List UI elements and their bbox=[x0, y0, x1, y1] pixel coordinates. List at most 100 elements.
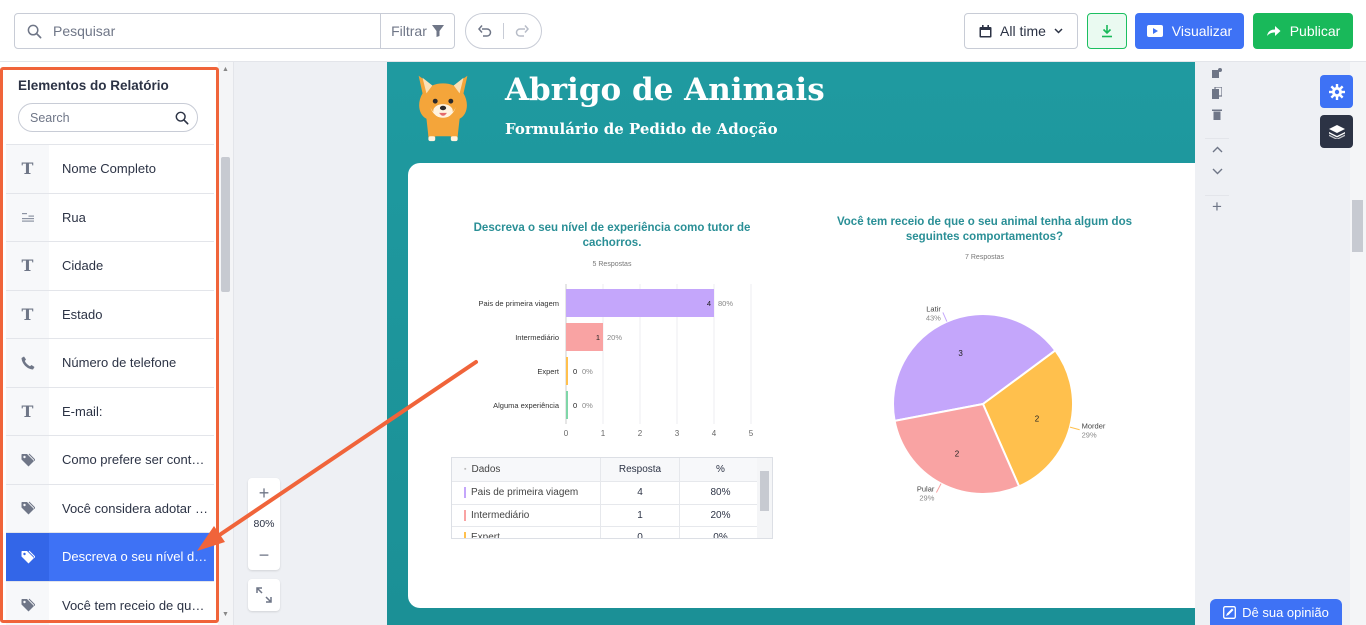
element-item[interactable]: T Estado bbox=[6, 289, 214, 338]
table-header-cell[interactable]: ▪ Dados bbox=[452, 464, 600, 475]
element-item[interactable]: T Nome Completo bbox=[6, 144, 214, 193]
undo-redo-group bbox=[465, 13, 542, 49]
add-icon[interactable]: + bbox=[1205, 195, 1229, 217]
element-item-label: E-mail: bbox=[62, 403, 103, 419]
row-label: Expert bbox=[471, 532, 500, 539]
table-body: Pais de primeira viagem 4 80% Intermediário… bbox=[452, 482, 772, 539]
element-item-label: Você considera adotar mais de um animal? bbox=[62, 500, 209, 516]
report-subtitle[interactable]: Formulário de Pedido de Adoção bbox=[505, 120, 778, 138]
pie-chart[interactable]: 3Latir43%2Morder29%2Pular29% bbox=[812, 270, 1157, 510]
element-item[interactable]: Você tem receio de que o seu animal tenh… bbox=[6, 580, 214, 625]
table-row: Intermediário 1 20% bbox=[452, 504, 772, 527]
element-item-label: Descreva o seu nível de experiência como… bbox=[62, 549, 209, 565]
table-cell: Pais de primeira viagem bbox=[452, 487, 600, 499]
settings-button[interactable] bbox=[1320, 75, 1353, 108]
search-input[interactable]: Pesquisar bbox=[53, 23, 380, 39]
settings-page-icon[interactable] bbox=[1205, 62, 1229, 84]
element-item[interactable]: Número de telefone bbox=[6, 338, 214, 387]
bar[interactable] bbox=[566, 391, 568, 419]
publish-button[interactable]: Publicar bbox=[1253, 13, 1353, 49]
scroll-up-icon[interactable]: ▲ bbox=[222, 66, 229, 73]
tag-icon bbox=[6, 533, 49, 581]
phone-icon bbox=[6, 339, 49, 387]
trash-icon[interactable] bbox=[1205, 103, 1229, 125]
filter-icon bbox=[431, 25, 444, 37]
bar-value-label: 1 bbox=[596, 333, 600, 342]
panel-title: Elementos do Relatório bbox=[18, 78, 169, 93]
chevron-down-icon[interactable] bbox=[1205, 160, 1229, 182]
download-icon bbox=[1102, 25, 1112, 38]
element-item-label: Número de telefone bbox=[62, 355, 177, 371]
zoom-controls: + 80% − bbox=[248, 478, 280, 570]
bar-percent-label: 0% bbox=[582, 401, 593, 410]
pie-chart-title[interactable]: Você tem receio de que o seu animal tenh… bbox=[812, 215, 1157, 245]
scrollbar-thumb[interactable] bbox=[221, 157, 230, 292]
slice-percent-label: 29% bbox=[1082, 431, 1097, 440]
text-icon: T bbox=[6, 290, 49, 338]
table-cell: 0% bbox=[679, 527, 761, 538]
zoom-out-icon[interactable]: − bbox=[259, 544, 270, 566]
element-item[interactable]: T E-mail: bbox=[6, 386, 214, 435]
elements-search-box[interactable]: Search bbox=[18, 103, 198, 132]
table-header-cell[interactable]: Resposta bbox=[600, 458, 679, 481]
search-icon bbox=[175, 111, 189, 125]
slice-value-label: 2 bbox=[955, 449, 960, 458]
redo-button[interactable] bbox=[504, 14, 541, 48]
chevron-up-icon[interactable] bbox=[1205, 138, 1229, 160]
scroll-down-icon[interactable]: ▼ bbox=[222, 611, 229, 618]
undo-button[interactable] bbox=[466, 14, 503, 48]
canvas-scrollbar[interactable] bbox=[1350, 62, 1366, 625]
fullscreen-button[interactable] bbox=[248, 579, 280, 611]
element-item-label: Cidade bbox=[62, 258, 104, 274]
element-item[interactable]: Você considera adotar mais de um animal? bbox=[6, 483, 214, 532]
zoom-in-icon[interactable]: + bbox=[259, 482, 270, 504]
element-item[interactable]: Rua bbox=[6, 192, 214, 241]
copy-icon[interactable] bbox=[1205, 82, 1229, 104]
report-elements-panel: Elementos do Relatório Search T Nome Comp… bbox=[0, 62, 234, 625]
calendar-icon bbox=[979, 24, 992, 37]
feedback-button[interactable]: Dê sua opinião bbox=[1210, 599, 1342, 625]
expand-icon bbox=[256, 587, 272, 603]
text-icon: T bbox=[6, 242, 49, 290]
scrollbar-thumb[interactable] bbox=[1352, 200, 1363, 252]
element-item[interactable]: Descreva o seu nível de experiência como… bbox=[6, 532, 214, 581]
table-cell: 4 bbox=[600, 482, 679, 504]
element-item[interactable]: T Cidade bbox=[6, 241, 214, 290]
slice-leader-line bbox=[935, 483, 942, 493]
scrollbar-thumb[interactable] bbox=[760, 471, 769, 511]
bar-value-label: 0 bbox=[573, 367, 577, 376]
element-item[interactable]: Como prefere ser contatado? bbox=[6, 435, 214, 484]
bar[interactable] bbox=[566, 357, 568, 385]
table-scrollbar[interactable] bbox=[757, 458, 772, 538]
row-label: Intermediário bbox=[471, 509, 530, 521]
color-swatch bbox=[464, 532, 466, 538]
search-icon bbox=[15, 14, 53, 48]
panel-scrollbar[interactable]: ▲ ▼ bbox=[218, 62, 233, 625]
filter-button[interactable]: Filtrar bbox=[380, 14, 454, 48]
slice-percent-label: 29% bbox=[919, 493, 934, 502]
download-button[interactable] bbox=[1087, 13, 1127, 49]
paragraph-icon bbox=[6, 193, 49, 241]
tag-icon bbox=[6, 581, 49, 625]
bar-value-label: 0 bbox=[573, 401, 577, 410]
tag-icon bbox=[6, 436, 49, 484]
table-header-cell[interactable]: % bbox=[679, 458, 761, 481]
report-title[interactable]: Abrigo de Animais bbox=[505, 72, 825, 108]
bar[interactable] bbox=[566, 289, 714, 317]
bar-chart-title[interactable]: Descreva o seu nível de experiência como… bbox=[451, 221, 773, 251]
slice-category-label: Latir bbox=[926, 304, 941, 313]
table-row: Expert 0 0% bbox=[452, 527, 772, 539]
search-box[interactable]: Pesquisar Filtrar bbox=[14, 13, 455, 49]
text-icon: T bbox=[6, 145, 49, 193]
bar-chart[interactable]: 0 1 2 3 4 5 Pais de primeira viagem 4 80% Interme… bbox=[451, 276, 773, 441]
layers-button[interactable] bbox=[1320, 115, 1353, 148]
date-range-dropdown[interactable]: All time bbox=[964, 13, 1078, 49]
bar-percent-label: 80% bbox=[718, 299, 733, 308]
feedback-icon bbox=[1223, 605, 1237, 619]
elements-search-input[interactable]: Search bbox=[30, 111, 175, 125]
preview-button[interactable]: Visualizar bbox=[1135, 13, 1244, 49]
element-item-label: Você tem receio de que o seu animal tenh… bbox=[62, 597, 209, 613]
table-cell: 0 bbox=[600, 527, 679, 538]
top-toolbar: Pesquisar Filtrar All time Visualizar Pu… bbox=[0, 0, 1366, 62]
color-swatch bbox=[464, 487, 466, 499]
